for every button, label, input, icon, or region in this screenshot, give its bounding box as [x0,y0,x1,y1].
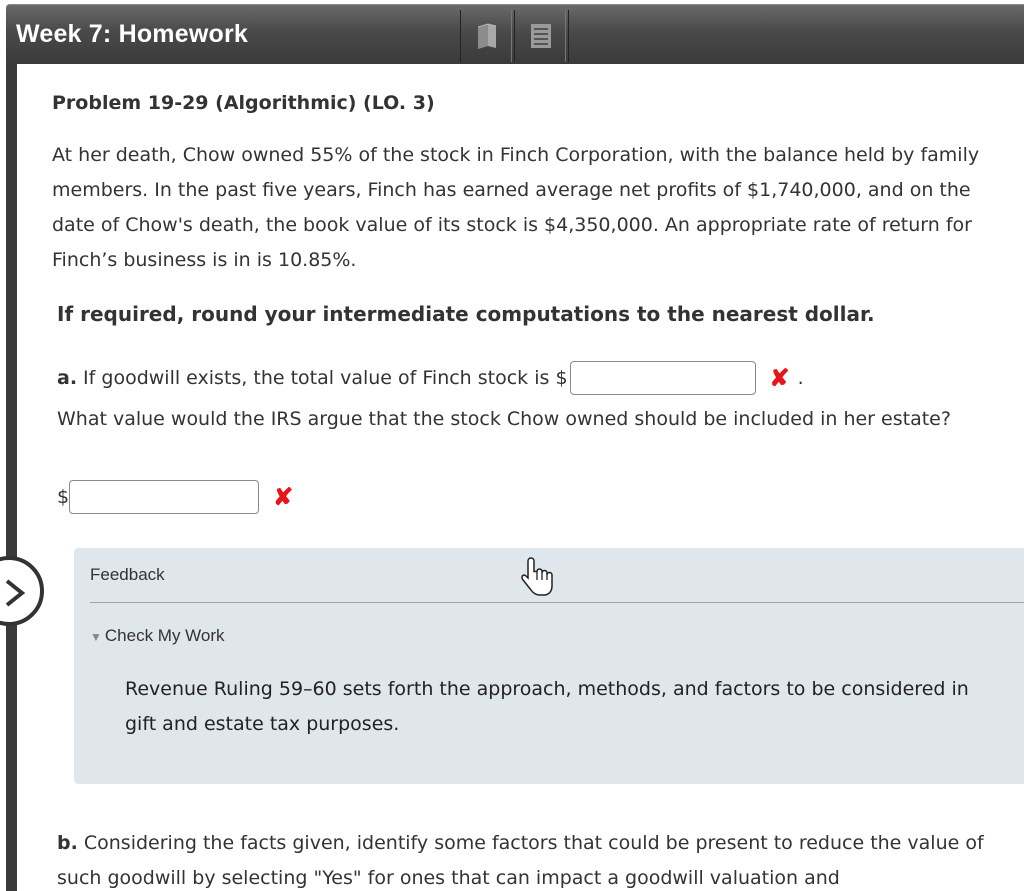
feedback-line: gift and estate tax purposes. [125,713,400,735]
estate-value-input[interactable] [69,480,260,514]
part-a-label: a. [57,367,78,389]
assignment-header: Week 7: Homework [6,4,1024,64]
total-value-input[interactable] [569,361,756,395]
dollar-sign: $ [57,486,70,508]
check-my-work-toggle[interactable]: ▼ Check My Work [90,626,225,646]
incorrect-icon: ✘ [769,364,790,392]
part-a-question: a. If goodwill exists, the total value o… [57,358,804,398]
ebook-button[interactable] [460,10,512,62]
incorrect-icon: ✘ [273,483,294,511]
feedback-line: Revenue Ruling 59–60 sets forth the appr… [125,678,969,700]
left-rail [6,64,17,891]
feedback-heading: Feedback [90,565,165,584]
part-b-label: b. [57,832,78,854]
part-a-prompt: If goodwill exists, the total value of F… [83,367,568,389]
problem-content: Problem 19-29 (Algorithmic) (LO. 3) At h… [17,64,1024,891]
part-b-text: Considering the facts given, identify so… [57,832,984,889]
hand-cursor-icon [521,557,553,596]
estate-value-row: $ ✘ [57,477,293,517]
app-frame: Week 7: Homework Problem 19-29 (Algorith… [0,0,1024,891]
check-my-work-label: Check My Work [104,626,225,645]
triangle-down-icon: ▼ [90,630,102,644]
notes-icon [531,24,551,48]
problem-title: Problem 19-29 (Algorithmic) (LO. 3) [52,92,435,114]
part-a-estate-question: What value would the IRS argue that the … [57,408,951,430]
assignment-title: Week 7: Homework [16,20,248,48]
rounding-instruction: If required, round your intermediate com… [57,302,875,326]
problem-text: At her death, Chow owned 55% of the stoc… [52,144,980,271]
part-b-question: b. Considering the facts given, identify… [57,826,1017,891]
book-icon [477,23,497,49]
chevron-right-icon [5,579,26,607]
divider [90,602,1024,603]
feedback-text: Revenue Ruling 59–60 sets forth the appr… [125,672,1024,742]
notes-button[interactable] [514,10,566,62]
